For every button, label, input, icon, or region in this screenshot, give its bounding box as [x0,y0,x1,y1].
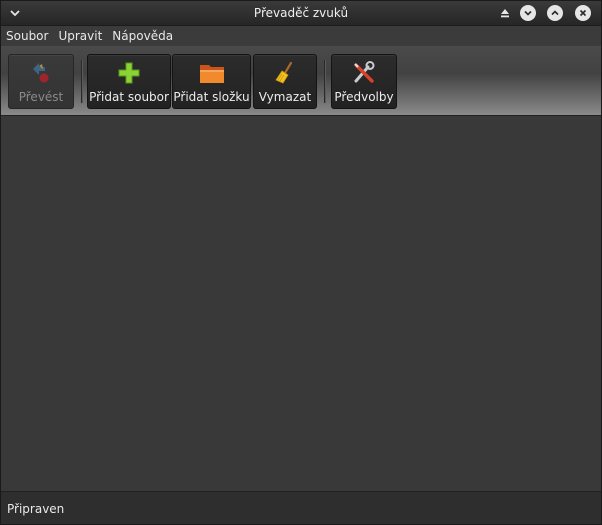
add-folder-button[interactable]: Přidat složku [172,54,251,109]
close-button[interactable] [575,5,591,21]
clear-label: Vymazat [258,90,312,104]
convert-label: Převést [18,90,64,104]
preferences-label: Předvolby [334,90,394,104]
menu-napoveda[interactable]: Nápověda [112,29,173,43]
minimize-button[interactable] [520,5,536,21]
add-folder-label: Přidat složku [173,90,250,104]
app-window: Převaděč zvuků Soubor Upravit Nápověda P… [0,0,602,525]
menu-upravit[interactable]: Upravit [58,29,102,43]
chevron-down-icon [524,10,532,16]
add-file-label: Přidat soubor [89,90,169,104]
broom-icon [272,60,298,86]
add-file-button[interactable]: Přidat soubor [87,54,171,109]
close-icon [579,9,587,17]
menu-soubor[interactable]: Soubor [6,29,48,43]
toolbar-separator [324,60,325,103]
add-icon [116,60,142,86]
preferences-button[interactable]: Předvolby [331,54,397,109]
convert-button[interactable]: Převést [8,54,74,109]
tools-icon [351,60,377,86]
maximize-button[interactable] [547,5,563,21]
clear-button[interactable]: Vymazat [253,54,317,109]
toolbar-separator [81,60,82,103]
chevron-up-icon [551,10,559,16]
menu-bar: Soubor Upravit Nápověda [1,26,601,46]
file-list-area[interactable] [1,117,601,491]
convert-icon [28,60,54,86]
shade-button[interactable] [497,5,513,21]
status-text: Připraven [7,502,65,516]
folder-icon [199,60,225,86]
status-bar: Připraven [1,491,601,524]
title-bar: Převaděč zvuků [1,1,601,26]
toolbar: Převést Přidat soubor Přidat složku Vyma… [1,46,601,116]
eject-icon [501,9,509,18]
